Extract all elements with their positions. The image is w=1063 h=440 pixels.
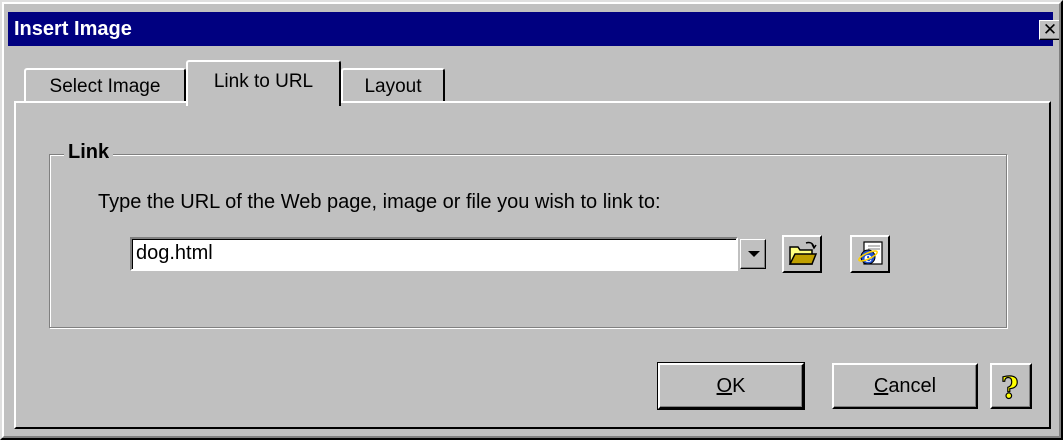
dialog-title: Insert Image [14, 18, 132, 40]
link-group-title: Link [64, 141, 114, 164]
tab-layout[interactable]: Layout [341, 68, 445, 102]
tab-select-image-label: Select Image [49, 76, 161, 97]
insert-image-dialog: Insert Image ✕ Select Image Link to URL … [0, 0, 1063, 440]
help-icon: ? [1000, 371, 1019, 403]
link-groupbox: Link Type the URL of the Web page, image… [49, 141, 1007, 328]
chevron-down-icon [748, 251, 760, 257]
cancel-button[interactable]: Cancel [832, 363, 978, 409]
url-value: dog.html [136, 242, 213, 264]
help-glyph: ? [1001, 371, 1019, 403]
cancel-mnemonic: C [873, 375, 889, 397]
internet-explorer-icon: e [858, 241, 883, 266]
open-folder-icon [788, 241, 818, 265]
close-icon: ✕ [1042, 20, 1058, 39]
tab-link-to-url-label: Link to URL [213, 71, 314, 92]
cancel-label-rest: ancel [888, 375, 937, 397]
browse-web-button[interactable]: e [850, 235, 890, 273]
close-button[interactable]: ✕ [1039, 20, 1061, 40]
ok-mnemonic: O [716, 375, 733, 397]
url-combobox-input[interactable]: dog.html [130, 237, 738, 271]
tab-panel-link-to-url: Link Type the URL of the Web page, image… [14, 101, 1051, 429]
url-prompt-label: Type the URL of the Web page, image or f… [98, 191, 661, 213]
tab-select-image[interactable]: Select Image [24, 68, 186, 102]
help-button[interactable]: ? [990, 363, 1032, 409]
browse-file-button[interactable] [782, 235, 822, 273]
title-bar[interactable]: Insert Image [8, 12, 1053, 46]
ok-label-rest: K [732, 375, 746, 397]
ok-button[interactable]: OK [657, 362, 805, 410]
tab-link-to-url[interactable]: Link to URL [186, 60, 341, 106]
url-dropdown-button[interactable] [740, 239, 766, 269]
tab-layout-label: Layout [364, 76, 422, 97]
